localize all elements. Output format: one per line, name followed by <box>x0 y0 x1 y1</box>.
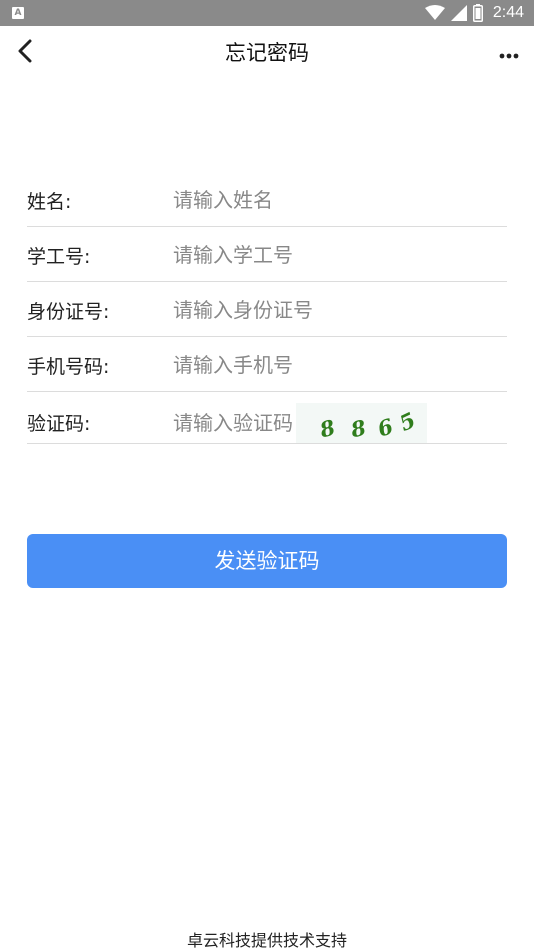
more-button[interactable] <box>496 40 522 66</box>
captcha-divider <box>27 443 507 444</box>
name-label: 姓名: <box>27 191 72 213</box>
student-id-input[interactable] <box>173 239 493 271</box>
wifi-icon <box>424 5 445 21</box>
app-bar: 忘记密码 <box>0 26 534 80</box>
forgot-password-form: 姓名: 学工号: 身份证号: 手机号码: <box>27 172 507 392</box>
signal-icon <box>450 5 467 21</box>
page-title: 忘记密码 <box>225 41 309 65</box>
phone-label: 手机号码: <box>27 356 110 378</box>
status-bar: A 2:44 <box>0 0 534 26</box>
status-time: 2:44 <box>492 4 524 21</box>
captcha-image[interactable]: 8865 <box>296 403 427 443</box>
captcha-input[interactable] <box>173 407 295 439</box>
status-icons: 2:44 <box>424 0 524 26</box>
student-id-row: 学工号: <box>27 227 507 282</box>
name-input[interactable] <box>173 184 493 216</box>
id-card-label: 身份证号: <box>27 301 110 323</box>
battery-icon <box>472 4 483 22</box>
phone-input[interactable] <box>173 349 493 381</box>
send-code-button[interactable]: 发送验证码 <box>27 534 507 588</box>
name-row: 姓名: <box>27 172 507 227</box>
phone-row: 手机号码: <box>27 337 507 392</box>
id-card-row: 身份证号: <box>27 282 507 337</box>
more-horizontal-icon <box>499 44 519 63</box>
captcha-label: 验证码: <box>27 413 91 435</box>
notification-app-icon: A <box>12 7 24 19</box>
student-id-label: 学工号: <box>27 246 91 268</box>
id-card-input[interactable] <box>173 294 493 326</box>
footer-text: 卓云科技提供技术支持 <box>186 931 347 950</box>
captcha-char: 6 <box>374 413 397 442</box>
captcha-char: 5 <box>395 407 420 436</box>
captcha-char: 8 <box>348 414 369 443</box>
captcha-char: 8 <box>317 414 338 443</box>
